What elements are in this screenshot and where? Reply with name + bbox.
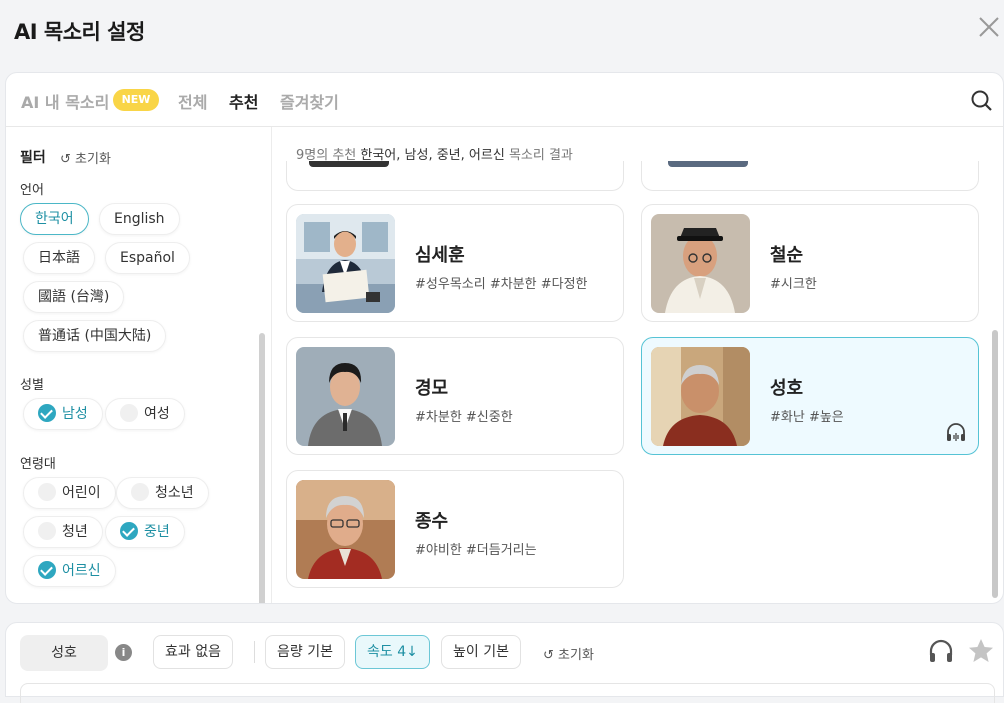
chip-label: 청소년 — [155, 485, 194, 501]
avatar — [296, 480, 395, 579]
results-scrollbar[interactable] — [992, 330, 998, 598]
text-input-area[interactable] — [20, 683, 995, 703]
voice-card-partial[interactable] — [286, 161, 624, 191]
tab-bar: AI 내 목소리 NEW 전체 추천 즐겨찾기 — [6, 73, 1003, 127]
avatar — [651, 347, 750, 446]
chip-label: 어린이 — [62, 485, 101, 501]
language-label: 언어 — [20, 183, 44, 198]
voice-card[interactable]: 경모 #차분한 #신중한 — [286, 337, 624, 455]
chip-language-english[interactable]: English — [99, 203, 180, 235]
unchecked-icon — [131, 482, 149, 501]
reset-icon: ↺ — [60, 152, 71, 167]
voice-browser-panel: AI 내 목소리 NEW 전체 추천 즐겨찾기 필터 ↺ 초기화 언어 한국어 … — [5, 72, 1004, 604]
controls-reset-label: 초기화 — [558, 648, 594, 663]
voice-name: 철순 — [770, 245, 804, 266]
tab-all[interactable]: 전체 — [178, 89, 207, 113]
chip-label: 중년 — [144, 524, 170, 540]
voice-name: 성호 — [770, 378, 804, 399]
unchecked-icon — [120, 403, 138, 422]
avatar-partial — [668, 161, 748, 167]
listen-headphones-icon[interactable] — [944, 420, 968, 444]
voice-tags: #야비한 #더듬거리는 — [415, 543, 537, 558]
chip-label: 어르신 — [62, 563, 101, 579]
chip-gender-male[interactable]: 남성 — [23, 398, 103, 430]
search-icon[interactable] — [969, 88, 995, 114]
chip-age-senior[interactable]: 어르신 — [23, 555, 116, 587]
chip-age-teen[interactable]: 청소년 — [116, 477, 209, 509]
chip-language-mainland[interactable]: 普通话 (中国大陆) — [23, 320, 167, 352]
volume-button[interactable]: 음량 기본 — [265, 635, 345, 669]
new-badge: NEW — [113, 89, 159, 111]
voice-control-bar: 성호 i 효과 없음 음량 기본 속도 4↓ 높이 기본 ↺ 초기화 — [5, 622, 1004, 703]
effect-button[interactable]: 효과 없음 — [153, 635, 233, 669]
tab-recommended[interactable]: 추천 — [229, 89, 258, 113]
voice-tags: #차분한 #신중한 — [415, 410, 513, 425]
chip-language-korean[interactable]: 한국어 — [20, 203, 89, 235]
controls-reset-button[interactable]: ↺ 초기화 — [543, 644, 594, 663]
voice-name: 경모 — [415, 378, 449, 399]
chip-language-spanish[interactable]: Español — [105, 242, 190, 274]
age-label: 연령대 — [20, 457, 56, 472]
filter-sidebar: 필터 ↺ 초기화 언어 한국어 English 日本語 Español 國語 (… — [6, 127, 272, 603]
chip-gender-female[interactable]: 여성 — [105, 398, 185, 430]
chip-age-child[interactable]: 어린이 — [23, 477, 116, 509]
voice-card[interactable]: 철순 #시크한 — [641, 204, 979, 322]
chip-label: 여성 — [144, 406, 170, 422]
results-area: 9명의 추천 한국어, 남성, 중년, 어르신 목소리 결과 심세훈 #성우목소… — [272, 127, 1003, 603]
headphones-icon[interactable] — [927, 637, 955, 665]
chip-language-taiwan[interactable]: 國語 (台灣) — [23, 281, 125, 313]
tab-my-voice[interactable]: AI 내 목소리 — [21, 89, 109, 113]
avatar — [296, 214, 395, 313]
chip-age-young[interactable]: 청년 — [23, 516, 103, 548]
voice-card-selected[interactable]: 성호 #화난 #높은 — [641, 337, 979, 455]
check-icon — [120, 521, 138, 540]
chip-age-middle[interactable]: 중년 — [105, 516, 185, 548]
voice-name: 심세훈 — [415, 245, 465, 266]
chip-language-japanese[interactable]: 日本語 — [23, 242, 95, 274]
reset-icon: ↺ — [543, 648, 554, 663]
voice-card-partial[interactable] — [641, 161, 979, 191]
voice-tags: #성우목소리 #차분한 #다정한 — [415, 277, 588, 292]
sidebar-scrollbar[interactable] — [259, 333, 265, 603]
check-icon — [38, 403, 56, 422]
selected-voice-button[interactable]: 성호 — [20, 635, 108, 671]
divider — [254, 641, 255, 663]
modal-title: AI 목소리 설정 — [14, 20, 145, 44]
chip-label: 남성 — [62, 406, 88, 422]
filter-title: 필터 — [20, 150, 46, 166]
avatar-partial — [309, 161, 389, 167]
close-icon[interactable] — [976, 14, 1002, 40]
pitch-button[interactable]: 높이 기본 — [441, 635, 521, 669]
favorite-star-icon[interactable] — [967, 637, 995, 665]
unchecked-icon — [38, 521, 56, 540]
chip-label: 청년 — [62, 524, 88, 540]
voice-settings-modal: AI 목소리 설정 AI 내 목소리 NEW 전체 추천 즐겨찾기 필터 ↺ 초… — [0, 0, 1004, 703]
unchecked-icon — [38, 482, 56, 501]
avatar — [296, 347, 395, 446]
tab-favorites[interactable]: 즐겨찾기 — [280, 89, 339, 113]
voice-card[interactable]: 종수 #야비한 #더듬거리는 — [286, 470, 624, 588]
avatar — [651, 214, 750, 313]
gender-label: 성별 — [20, 378, 44, 393]
filter-reset-button[interactable]: ↺ 초기화 — [60, 148, 111, 167]
voice-card[interactable]: 심세훈 #성우목소리 #차분한 #다정한 — [286, 204, 624, 322]
filter-reset-label: 초기화 — [75, 152, 111, 167]
info-icon[interactable]: i — [115, 644, 132, 661]
check-icon — [38, 560, 56, 579]
voice-tags: #화난 #높은 — [770, 410, 844, 425]
voice-name: 종수 — [415, 511, 449, 532]
speed-button[interactable]: 속도 4↓ — [355, 635, 430, 669]
voice-tags: #시크한 — [770, 277, 817, 292]
